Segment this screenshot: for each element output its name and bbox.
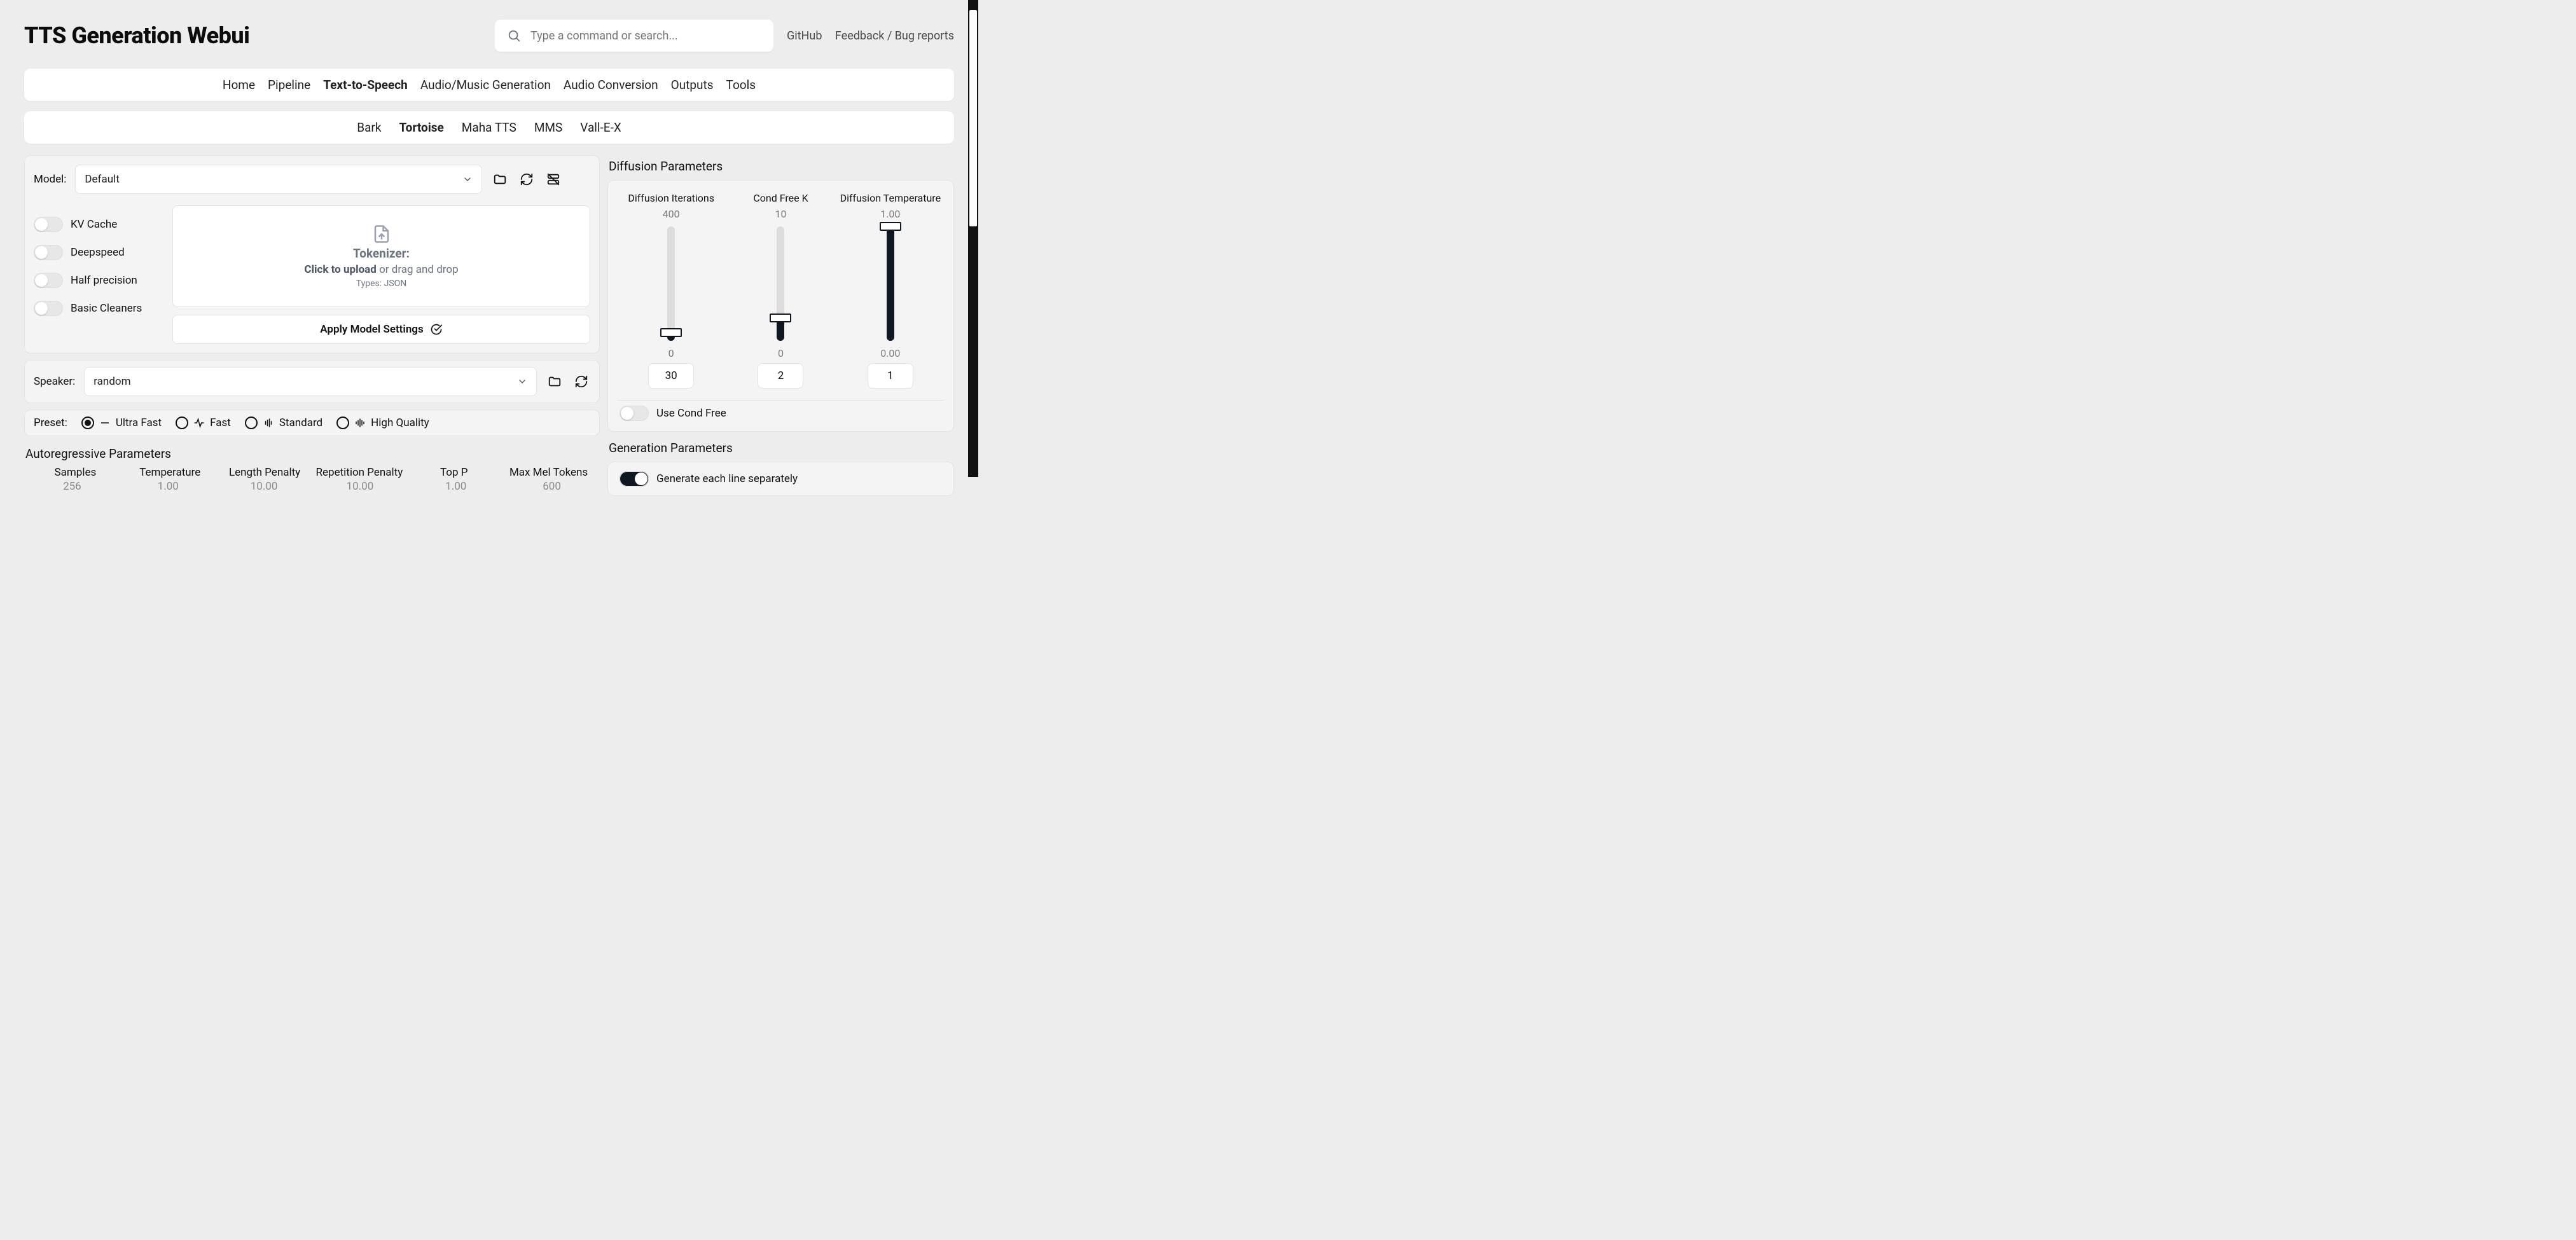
preset-high-quality[interactable]: High Quality — [336, 417, 429, 429]
preset-card: Preset: Ultra Fast Fast Stan — [24, 410, 600, 436]
speaker-select[interactable]: random — [84, 367, 537, 396]
autoregressive-section: Autoregressive Parameters Samples Temper… — [24, 443, 600, 493]
diffusion-temperature-value[interactable]: 1 — [868, 363, 913, 389]
tokenizer-dropzone[interactable]: Tokenizer: Click to upload or drag and d… — [172, 205, 590, 307]
toggle-basic-cleaners[interactable]: Basic Cleaners — [34, 301, 161, 316]
subnav-tortoise[interactable]: Tortoise — [399, 120, 444, 135]
generation-title: Generation Parameters — [609, 441, 954, 455]
waveform-icon — [263, 417, 274, 429]
nav-home[interactable]: Home — [223, 78, 255, 92]
model-label: Model: — [34, 173, 66, 186]
refresh-button[interactable] — [518, 170, 536, 188]
toggle-half-precision[interactable]: Half precision — [34, 273, 161, 288]
nav-tts[interactable]: Text-to-Speech — [323, 78, 408, 92]
model-select[interactable]: Default — [75, 165, 482, 194]
generation-card: Generate each line separately — [607, 462, 954, 496]
search-box[interactable] — [494, 19, 774, 52]
radio-icon — [176, 417, 188, 429]
preset-standard[interactable]: Standard — [245, 417, 322, 429]
autoregressive-values: 256 1.00 10.00 10.00 1.00 600 — [24, 480, 600, 493]
cond-free-k: Cond Free K 10 0 2 — [729, 192, 832, 389]
nav-pipeline[interactable]: Pipeline — [268, 78, 310, 92]
autoregressive-headers: Samples Temperature Length Penalty Repet… — [24, 462, 600, 480]
github-link[interactable]: GitHub — [787, 29, 822, 43]
speaker-card: Speaker: random — [24, 360, 600, 403]
diffusion-iterations: Diffusion Iterations 400 0 30 — [620, 192, 723, 389]
nav-audio-conversion[interactable]: Audio Conversion — [564, 78, 658, 92]
radio-icon — [245, 417, 258, 429]
speaker-label: Speaker: — [34, 375, 75, 388]
preset-label: Preset: — [34, 417, 67, 429]
gauge-min-icon — [99, 417, 111, 429]
audio-lines-icon — [354, 417, 366, 429]
model-select-value: Default — [85, 173, 119, 186]
radio-icon — [81, 417, 94, 429]
server-off-icon[interactable] — [544, 170, 562, 188]
sub-nav: Bark Tortoise Maha TTS MMS Vall-E-X — [24, 111, 954, 144]
diffusion-card: Diffusion Iterations 400 0 30 Cond Free … — [607, 180, 954, 432]
toggle-generate-each-line[interactable]: Generate each line separately — [617, 471, 945, 486]
subnav-vallex[interactable]: Vall-E-X — [580, 120, 621, 135]
open-folder-button[interactable] — [546, 373, 564, 390]
diffusion-title: Diffusion Parameters — [609, 159, 954, 174]
refresh-button[interactable] — [572, 373, 590, 390]
subnav-maha[interactable]: Maha TTS — [462, 120, 516, 135]
tokenizer-title: Tokenizer: — [353, 246, 410, 261]
diffusion-temperature-slider[interactable] — [887, 226, 894, 341]
page-title: TTS Generation Webui — [24, 22, 249, 49]
check-badge-icon — [430, 323, 443, 336]
diffusion-iterations-slider[interactable] — [667, 226, 675, 341]
radio-icon — [336, 417, 349, 429]
subnav-mms[interactable]: MMS — [534, 120, 562, 135]
toggle-use-cond-free[interactable]: Use Cond Free — [617, 406, 945, 421]
diffusion-iterations-value[interactable]: 30 — [648, 363, 694, 389]
feedback-link[interactable]: Feedback / Bug reports — [835, 29, 954, 43]
search-input[interactable] — [530, 29, 763, 43]
vertical-scrollbar[interactable] — [968, 0, 978, 477]
toggle-kv-cache[interactable]: KV Cache — [34, 217, 161, 232]
tokenizer-types: Types: JSON — [356, 279, 407, 289]
open-folder-button[interactable] — [491, 170, 509, 188]
main-nav: Home Pipeline Text-to-Speech Audio/Music… — [24, 69, 954, 101]
activity-icon — [193, 417, 205, 429]
preset-fast[interactable]: Fast — [176, 417, 231, 429]
upload-file-icon — [372, 224, 391, 244]
model-card: Model: Default — [24, 155, 600, 354]
nav-tools[interactable]: Tools — [726, 78, 756, 92]
subnav-bark[interactable]: Bark — [357, 120, 381, 135]
header: TTS Generation Webui GitHub Feedback / B… — [0, 0, 978, 59]
autoregressive-title: Autoregressive Parameters — [25, 446, 600, 461]
search-icon — [505, 27, 523, 45]
apply-model-settings-button[interactable]: Apply Model Settings — [172, 315, 590, 344]
tokenizer-instructions: Click to upload or drag and drop — [304, 263, 458, 276]
cond-free-k-value[interactable]: 2 — [758, 363, 803, 389]
preset-ultra-fast[interactable]: Ultra Fast — [81, 417, 162, 429]
chevron-down-icon — [517, 376, 527, 387]
cond-free-k-slider[interactable] — [777, 226, 784, 341]
nav-audio-music[interactable]: Audio/Music Generation — [420, 78, 551, 92]
chevron-down-icon — [462, 174, 473, 184]
speaker-value: random — [93, 375, 130, 388]
nav-outputs[interactable]: Outputs — [671, 78, 714, 92]
toggle-deepspeed[interactable]: Deepspeed — [34, 245, 161, 260]
diffusion-temperature: Diffusion Temperature 1.00 0.00 1 — [839, 192, 942, 389]
top-links: GitHub Feedback / Bug reports — [787, 29, 954, 43]
